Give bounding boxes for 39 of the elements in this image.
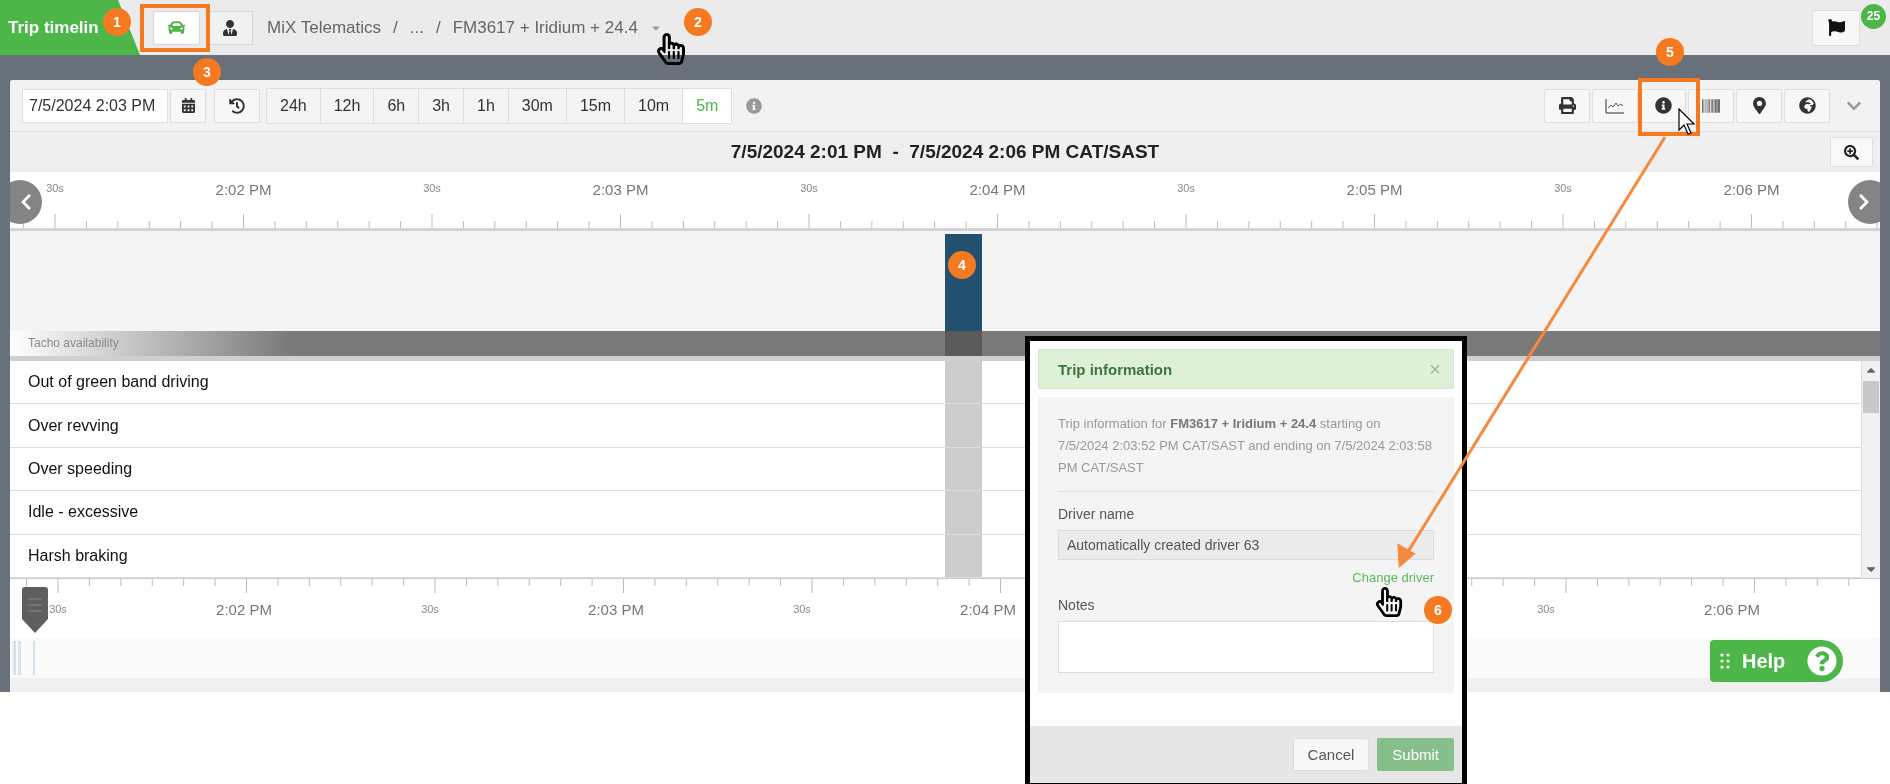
field-label: Notes: [1058, 597, 1095, 613]
time-range-button[interactable]: 24h: [267, 88, 321, 123]
time-label: 2:04 PM: [969, 181, 1026, 198]
time-label: 30s: [793, 603, 811, 615]
time-label: 2:03 PM: [588, 601, 644, 618]
trip-description: Trip information for FM3617 + Iridium + 24.4 starting on 7/5/2024 2:03:52 PM CAT/SAST and ending on 7/5/2024 2:03:58 PM CAT/SAST: [1058, 413, 1434, 492]
event-row-label: Over revving: [28, 416, 119, 435]
field-label: Driver name: [1058, 506, 1135, 522]
date-field[interactable]: 7/5/2024 2:03 PM: [22, 88, 168, 123]
time-label: 2:04 PM: [960, 601, 1016, 618]
time-label: 2:06 PM: [1723, 181, 1780, 198]
breadcrumb-item[interactable]: FM3617 + Iridium + 24.4: [452, 17, 638, 38]
breadcrumb-item[interactable]: ...: [409, 17, 424, 38]
time-label: 30s: [1537, 603, 1555, 615]
driver-name-field[interactable]: Automatically created driver 63: [1058, 530, 1434, 560]
time-label: 30s: [49, 603, 67, 615]
time-label: 30s: [421, 603, 439, 615]
breadcrumb-item[interactable]: MiX Telematics: [267, 17, 381, 38]
notification-count: 25: [1861, 3, 1886, 29]
time-label: 30s: [1177, 182, 1195, 194]
event-row-label: Idle - excessive: [28, 503, 139, 522]
event-row-label: Out of green band driving: [28, 373, 209, 392]
time-label: 30s: [800, 182, 818, 194]
time-label: 2:06 PM: [1704, 601, 1760, 618]
time-label: 30s: [423, 182, 441, 194]
cancel-button[interactable]: Cancel: [1292, 738, 1370, 771]
time-label: 2:02 PM: [216, 601, 272, 618]
time-label: 30s: [1554, 182, 1572, 194]
time-range-title: 7/5/2024 2:01 PM - 7/5/2024 2:06 PM CAT/SAST: [730, 141, 1160, 163]
event-row-label: Over speeding: [28, 459, 133, 478]
time-label: 2:03 PM: [592, 181, 649, 198]
breadcrumb-separator: /: [435, 17, 441, 38]
event-row-label: Harsh braking: [28, 546, 128, 565]
time-label: 2:02 PM: [215, 181, 272, 198]
dialog-title: Trip information: [1058, 360, 1173, 378]
time-label: 2:05 PM: [1346, 181, 1403, 198]
time-label: 30s: [46, 182, 64, 194]
band-label: Tacho availability: [27, 335, 119, 352]
breadcrumb-separator: /: [393, 17, 398, 38]
